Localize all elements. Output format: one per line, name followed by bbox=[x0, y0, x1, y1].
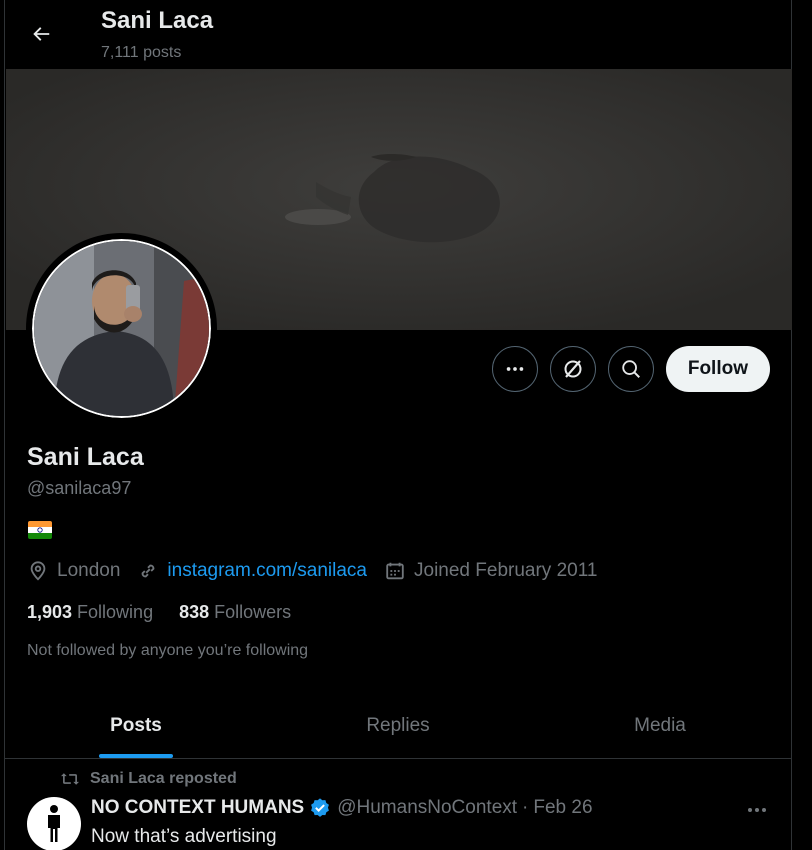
followers-count: 838 bbox=[179, 602, 210, 622]
following-link[interactable]: 1,903 Following bbox=[27, 602, 153, 623]
follow-counts: 1,903 Following 838 Followers bbox=[27, 602, 317, 623]
tweet-header: NO CONTEXT HUMANS @HumansNoContext · Feb… bbox=[91, 797, 593, 819]
follow-button[interactable]: Follow bbox=[665, 346, 770, 392]
tab-replies[interactable]: Replies bbox=[267, 693, 529, 758]
more-horizontal-icon bbox=[506, 367, 524, 371]
tweet-author-avatar[interactable] bbox=[27, 797, 81, 850]
header-profile-name: Sani Laca bbox=[101, 7, 214, 34]
person-silhouette-icon bbox=[48, 805, 60, 842]
tweet-date[interactable]: Feb 26 bbox=[533, 797, 592, 819]
search-icon bbox=[622, 360, 640, 378]
tweet-author-name[interactable]: NO CONTEXT HUMANS bbox=[91, 797, 304, 819]
tweet-separator: · bbox=[522, 797, 529, 818]
profile-meta: London instagram.com/sanilaca Joined Feb… bbox=[27, 560, 614, 582]
tab-replies-label: Replies bbox=[366, 714, 430, 736]
website: instagram.com/sanilaca bbox=[137, 560, 367, 582]
tab-posts-label: Posts bbox=[110, 714, 162, 736]
join-date-text: Joined February 2011 bbox=[414, 560, 598, 581]
profile-tabs: Posts Replies Media bbox=[5, 693, 791, 759]
calendar-icon bbox=[386, 562, 404, 580]
arrow-left-icon bbox=[33, 27, 50, 41]
location-text: London bbox=[57, 560, 121, 581]
join-date: Joined February 2011 bbox=[384, 560, 597, 582]
tweet-text: Now that’s advertising bbox=[91, 826, 277, 847]
mutuals-note: Not followed by anyone you’re following bbox=[27, 642, 309, 659]
tab-media-label: Media bbox=[634, 714, 686, 736]
tweet-author-handle[interactable]: @HumansNoContext bbox=[337, 797, 517, 819]
header-posts-count: 7,111 posts bbox=[101, 44, 182, 61]
repost-icon bbox=[61, 773, 79, 785]
profile-column: Sani Laca 7,111 posts Follow Sani Laca @… bbox=[4, 0, 792, 850]
followers-link[interactable]: 838 Followers bbox=[179, 602, 291, 623]
profile-actions: Follow bbox=[491, 346, 770, 392]
back-button[interactable] bbox=[21, 14, 61, 54]
tab-media[interactable]: Media bbox=[529, 693, 791, 758]
more-options-button[interactable] bbox=[491, 346, 538, 392]
link-icon bbox=[141, 564, 155, 578]
search-profile-button[interactable] bbox=[607, 346, 654, 392]
repost-indicator[interactable]: Sani Laca reposted bbox=[60, 770, 237, 788]
active-tab-indicator bbox=[99, 754, 173, 758]
location-pin-icon bbox=[30, 561, 46, 581]
repost-label: Sani Laca reposted bbox=[90, 770, 237, 787]
verified-badge-icon bbox=[311, 798, 330, 817]
grok-icon bbox=[564, 360, 582, 378]
profile-header-bar: Sani Laca 7,111 posts bbox=[5, 0, 791, 69]
profile-name: Sani Laca bbox=[27, 443, 144, 471]
following-count: 1,903 bbox=[27, 602, 73, 622]
profile-handle: @sanilaca97 bbox=[27, 478, 132, 498]
avatar-photo bbox=[34, 241, 209, 416]
location: London bbox=[27, 560, 120, 582]
website-link[interactable]: instagram.com/sanilaca bbox=[167, 560, 367, 582]
more-horizontal-icon bbox=[748, 808, 766, 812]
grok-button[interactable] bbox=[549, 346, 596, 392]
profile-avatar[interactable] bbox=[28, 235, 215, 422]
following-label: Following bbox=[77, 602, 154, 622]
followers-label: Followers bbox=[214, 602, 292, 622]
tweet-more-button[interactable] bbox=[743, 800, 771, 820]
tab-posts[interactable]: Posts bbox=[5, 693, 267, 758]
india-flag-icon bbox=[28, 521, 52, 539]
